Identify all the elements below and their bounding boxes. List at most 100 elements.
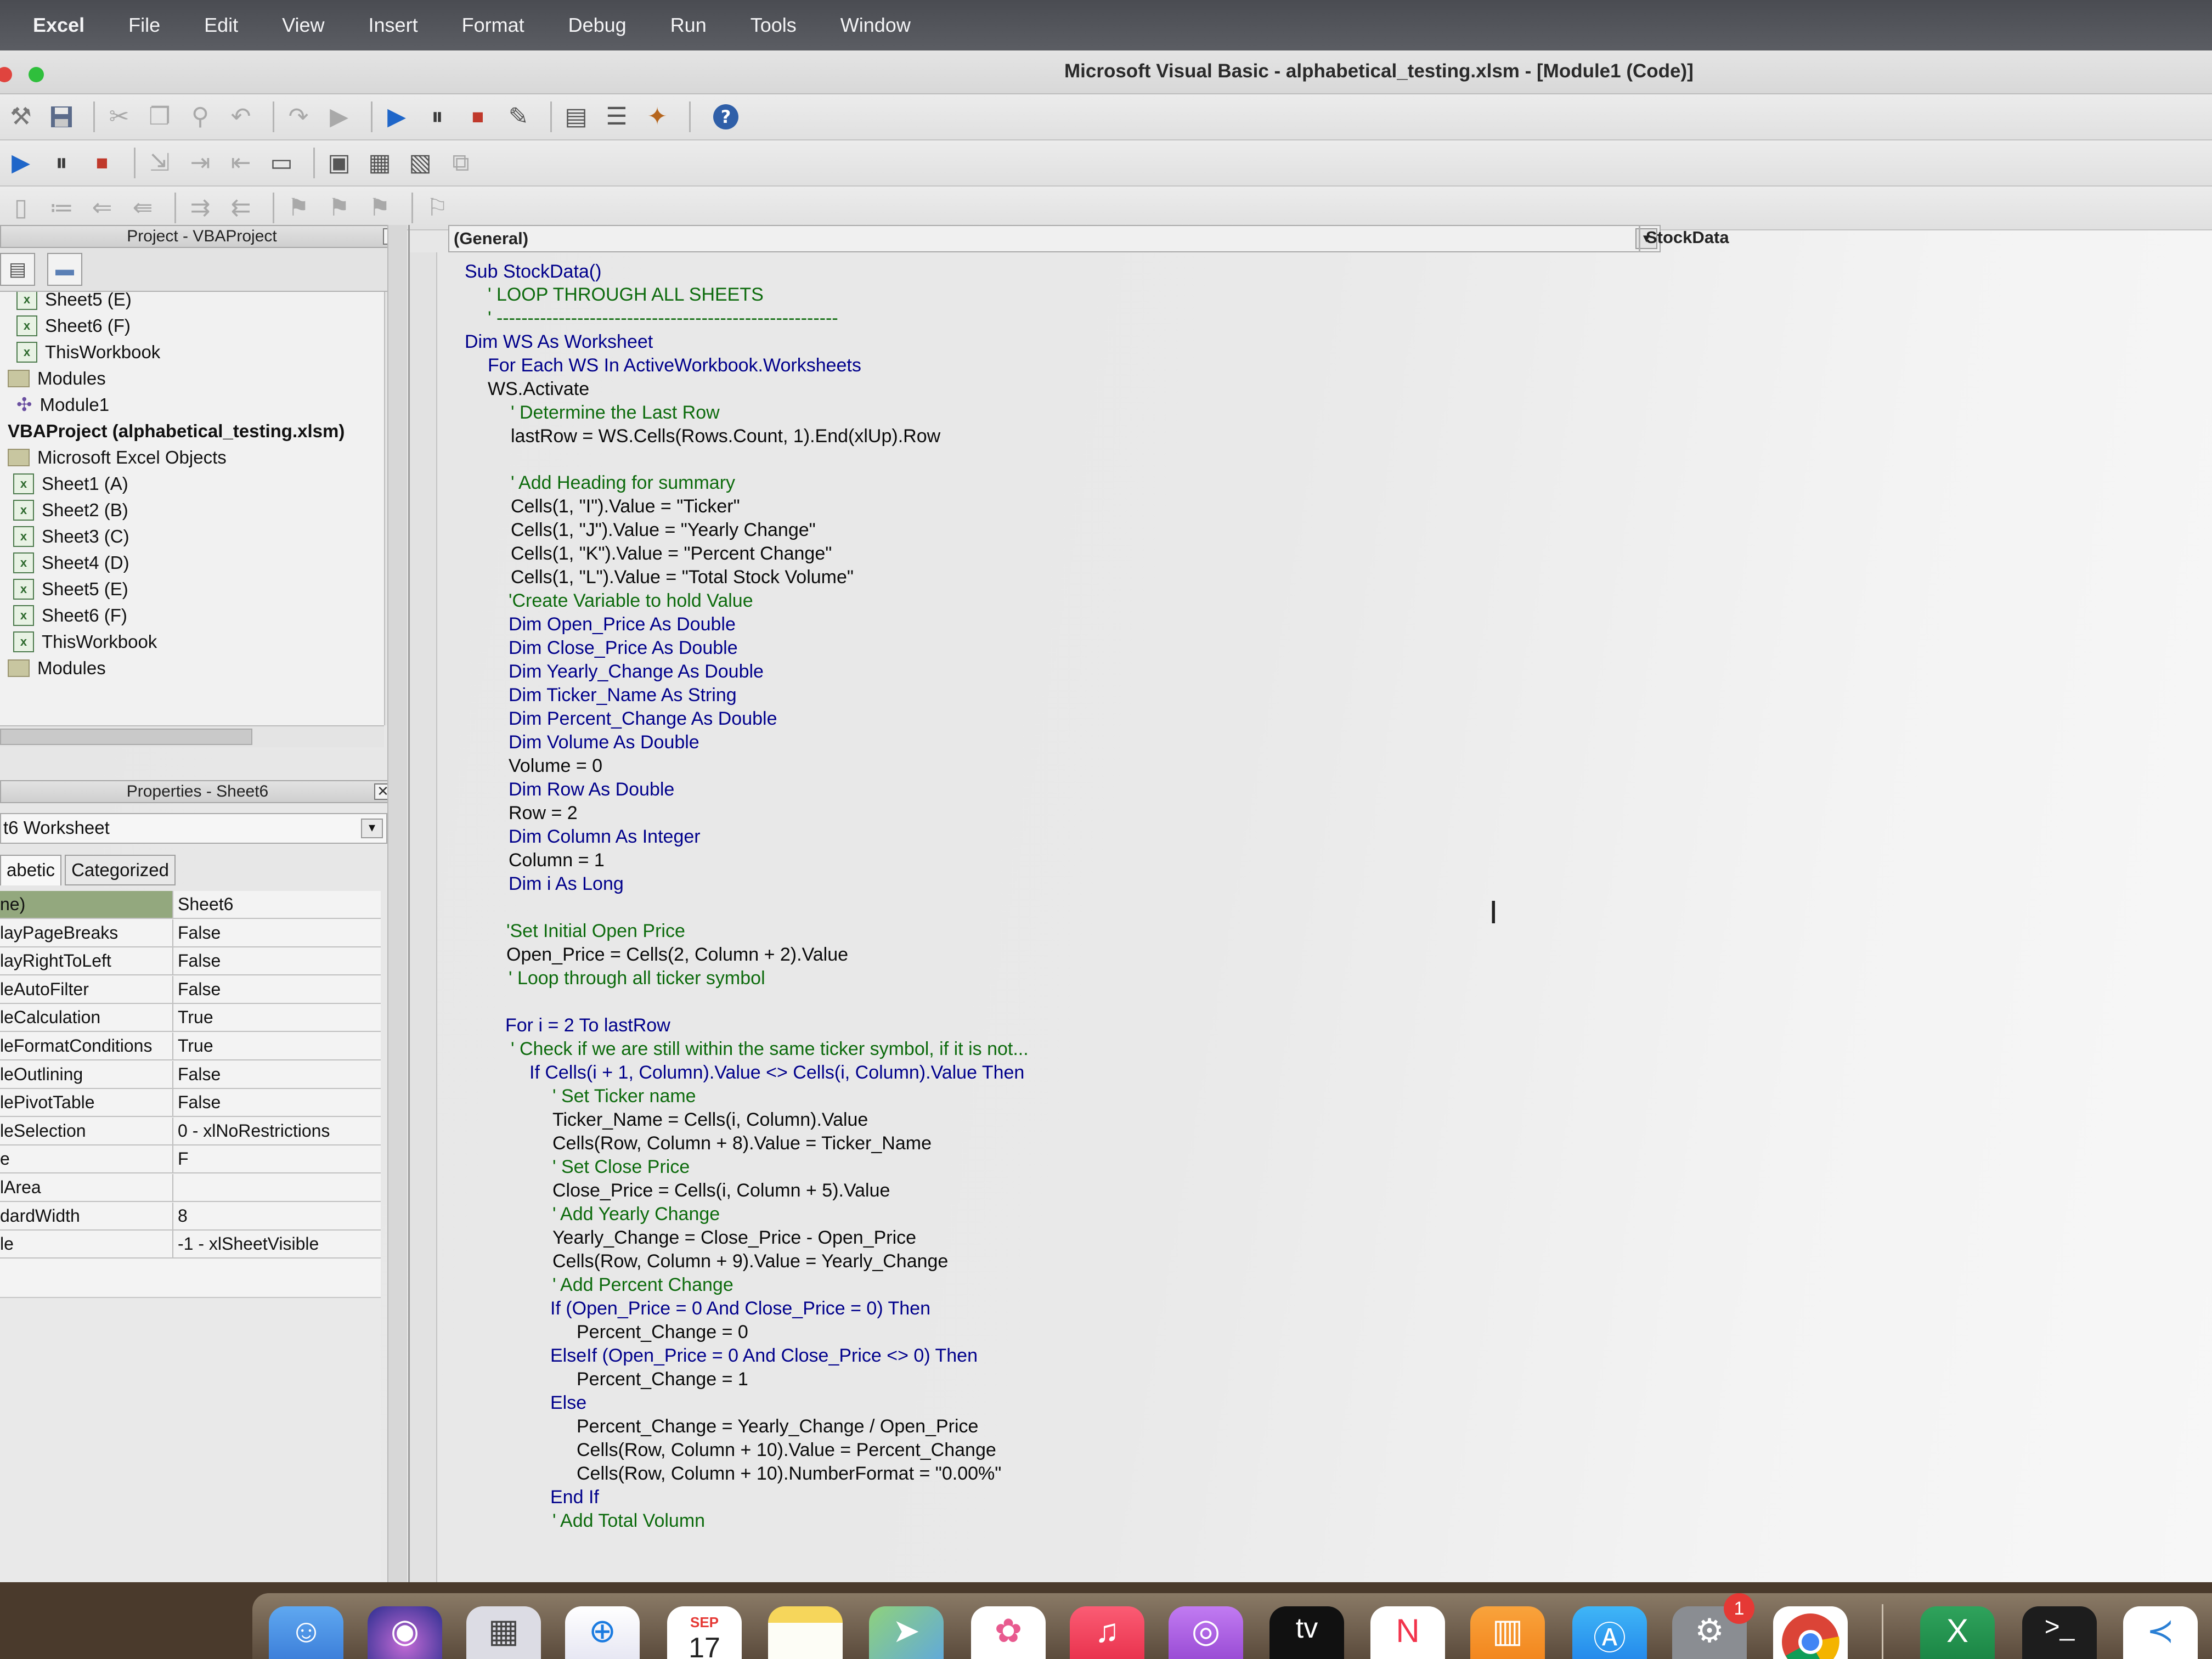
menu-insert[interactable]: Insert: [369, 14, 418, 37]
tree-item[interactable]: x Sheet5 (E): [13, 576, 128, 602]
code-line[interactable]: Cells(Row, Column + 9).Value = Yearly_Ch…: [552, 1251, 948, 1272]
run-icon[interactable]: ▶: [380, 100, 413, 133]
code-line[interactable]: WS.Activate: [488, 379, 589, 400]
code-line[interactable]: ' Determine the Last Row: [511, 402, 720, 424]
code-line[interactable]: Dim Row As Double: [509, 779, 674, 800]
tree-item[interactable]: VBAProject (alphabetical_testing.xlsm): [8, 418, 345, 444]
list-constants-icon[interactable]: ≔: [45, 191, 78, 224]
tree-item[interactable]: Modules: [8, 365, 106, 392]
code-line[interactable]: Cells(Row, Column + 10).NumberFormat = "…: [577, 1463, 1001, 1485]
menu-file[interactable]: File: [128, 14, 160, 37]
list-properties-icon[interactable]: ▯: [4, 191, 37, 224]
tree-item[interactable]: Microsoft Excel Objects: [8, 444, 227, 471]
property-value[interactable]: 8: [178, 1203, 188, 1229]
photos-icon[interactable]: ✿: [971, 1606, 1046, 1659]
property-row[interactable]: eF: [0, 1146, 381, 1174]
property-row[interactable]: leCalculation True: [0, 1004, 381, 1032]
menu-debug[interactable]: Debug: [568, 14, 627, 37]
copy-icon[interactable]: ❐: [143, 100, 176, 133]
close-window-button[interactable]: [0, 67, 12, 82]
property-value[interactable]: True: [178, 1004, 213, 1031]
maps-icon[interactable]: ➤: [869, 1606, 944, 1659]
property-value[interactable]: 0 - xlNoRestrictions: [178, 1118, 330, 1144]
property-row[interactable]: layRightToLeft False: [0, 947, 381, 976]
panel-splitter[interactable]: [387, 225, 407, 1629]
step-into-icon[interactable]: ⇲: [143, 146, 176, 179]
property-value[interactable]: False: [178, 1089, 221, 1116]
code-line[interactable]: ' Loop through all ticker symbol: [509, 968, 765, 989]
tree-item[interactable]: x Sheet5 (E): [16, 292, 132, 313]
code-line[interactable]: Cells(1, "L").Value = "Total Stock Volum…: [511, 567, 854, 588]
parameter-info-icon[interactable]: ⇚: [126, 191, 159, 224]
property-row[interactable]: layPageBreaks False: [0, 919, 381, 947]
tree-item[interactable]: x Sheet3 (C): [13, 523, 129, 550]
run-icon[interactable]: ▶: [4, 146, 37, 179]
property-value[interactable]: -1 - xlSheetVisible: [178, 1231, 319, 1257]
code-line[interactable]: If (Open_Price = 0 And Close_Price = 0) …: [550, 1298, 930, 1319]
excel-icon[interactable]: X: [1920, 1606, 1995, 1659]
notes-icon[interactable]: [768, 1606, 843, 1659]
code-editor[interactable]: Sub StockData() ' LOOP THROUGH ALL SHEETS…: [438, 252, 2212, 1602]
run-disabled-icon[interactable]: ▶: [323, 100, 356, 133]
calendar-icon[interactable]: SEP 17: [667, 1606, 742, 1659]
property-row[interactable]: le -1 - xlSheetVisible: [0, 1231, 381, 1259]
system-preferences-icon[interactable]: ⚙ 1: [1672, 1593, 1754, 1659]
code-line[interactable]: ' Set Ticker name: [552, 1086, 696, 1107]
tree-item[interactable]: x ThisWorkbook: [13, 629, 157, 655]
property-value[interactable]: False: [178, 976, 221, 1003]
code-line[interactable]: ' Add Yearly Change: [552, 1204, 720, 1225]
object-browser-icon[interactable]: ✦: [641, 100, 674, 133]
property-row[interactable]: leSelection 0 - xlNoRestrictions: [0, 1117, 381, 1146]
property-value[interactable]: True: [178, 1032, 213, 1059]
menu-edit[interactable]: Edit: [204, 14, 238, 37]
tree-item[interactable]: x ThisWorkbook: [16, 339, 160, 365]
code-line[interactable]: Ticker_Name = Cells(i, Column).Value: [552, 1109, 868, 1131]
menu-tools[interactable]: Tools: [751, 14, 797, 37]
code-line[interactable]: Cells(1, "K").Value = "Percent Change": [511, 543, 832, 565]
menu-format[interactable]: Format: [462, 14, 524, 37]
cut-icon[interactable]: ✂: [103, 100, 136, 133]
finder-icon[interactable]: ☺: [269, 1606, 343, 1659]
code-line[interactable]: ElseIf (Open_Price = 0 And Close_Price <…: [550, 1345, 978, 1367]
outdent-icon[interactable]: ⇇: [224, 191, 257, 224]
procedure-combo[interactable]: StockData: [1639, 225, 2212, 252]
code-line[interactable]: 'Create Variable to hold Value: [509, 590, 753, 612]
break-icon[interactable]: ⏸: [45, 146, 78, 179]
tree-item[interactable]: x Sheet6 (F): [13, 602, 127, 629]
terminal-icon[interactable]: >_: [2022, 1606, 2097, 1659]
code-line[interactable]: Cells(Row, Column + 10).Value = Percent_…: [577, 1440, 996, 1461]
step-over-icon[interactable]: ⇥: [184, 146, 217, 179]
code-line[interactable]: Dim i As Long: [509, 873, 624, 895]
locals-window-icon[interactable]: ▭: [265, 146, 298, 179]
code-line[interactable]: Else: [550, 1392, 586, 1414]
code-line[interactable]: Open_Price = Cells(2, Column + 2).Value: [506, 944, 848, 966]
music-icon[interactable]: ♫: [1070, 1606, 1144, 1659]
undo-icon[interactable]: ↶: [224, 100, 257, 133]
code-line[interactable]: ' Add Heading for summary: [511, 472, 735, 494]
code-line[interactable]: ' LOOP THROUGH ALL SHEETS: [488, 284, 764, 306]
property-row[interactable]: lePivotTable False: [0, 1089, 381, 1118]
code-line[interactable]: If Cells(i + 1, Column).Value <> Cells(i…: [529, 1062, 1024, 1084]
tree-item[interactable]: x Sheet6 (F): [16, 313, 131, 339]
podcasts-icon[interactable]: ◎: [1169, 1606, 1243, 1659]
uncomment-block-icon[interactable]: ⚑: [363, 191, 396, 224]
launchpad-icon[interactable]: ▦: [466, 1606, 541, 1659]
code-line[interactable]: 'Set Initial Open Price: [506, 921, 685, 942]
code-line[interactable]: For Each WS In ActiveWorkbook.Worksheets: [488, 355, 861, 376]
comment-block-icon[interactable]: ⚑: [323, 191, 356, 224]
tree-item[interactable]: ✣ Module1: [16, 392, 109, 418]
property-value[interactable]: Sheet6: [178, 891, 233, 918]
code-line[interactable]: ' Check if we are still within the same …: [511, 1039, 1029, 1060]
excel-view-icon[interactable]: ⚒: [4, 100, 37, 133]
books-icon[interactable]: ▥: [1470, 1606, 1545, 1659]
safari-icon[interactable]: ⊕: [565, 1606, 640, 1659]
code-line[interactable]: Sub StockData(): [465, 261, 601, 283]
property-row[interactable]: ne) Sheet6: [0, 891, 381, 919]
siri-icon[interactable]: ◉: [368, 1606, 442, 1659]
reset-icon[interactable]: ⏹: [461, 100, 494, 133]
property-value[interactable]: False: [178, 947, 221, 974]
property-row[interactable]: leFormatConditions True: [0, 1032, 381, 1060]
properties-object-select[interactable]: t6 Worksheet ▾: [0, 813, 387, 844]
call-stack-icon[interactable]: ▧: [404, 146, 437, 179]
tv-icon[interactable]: tv: [1269, 1606, 1344, 1659]
